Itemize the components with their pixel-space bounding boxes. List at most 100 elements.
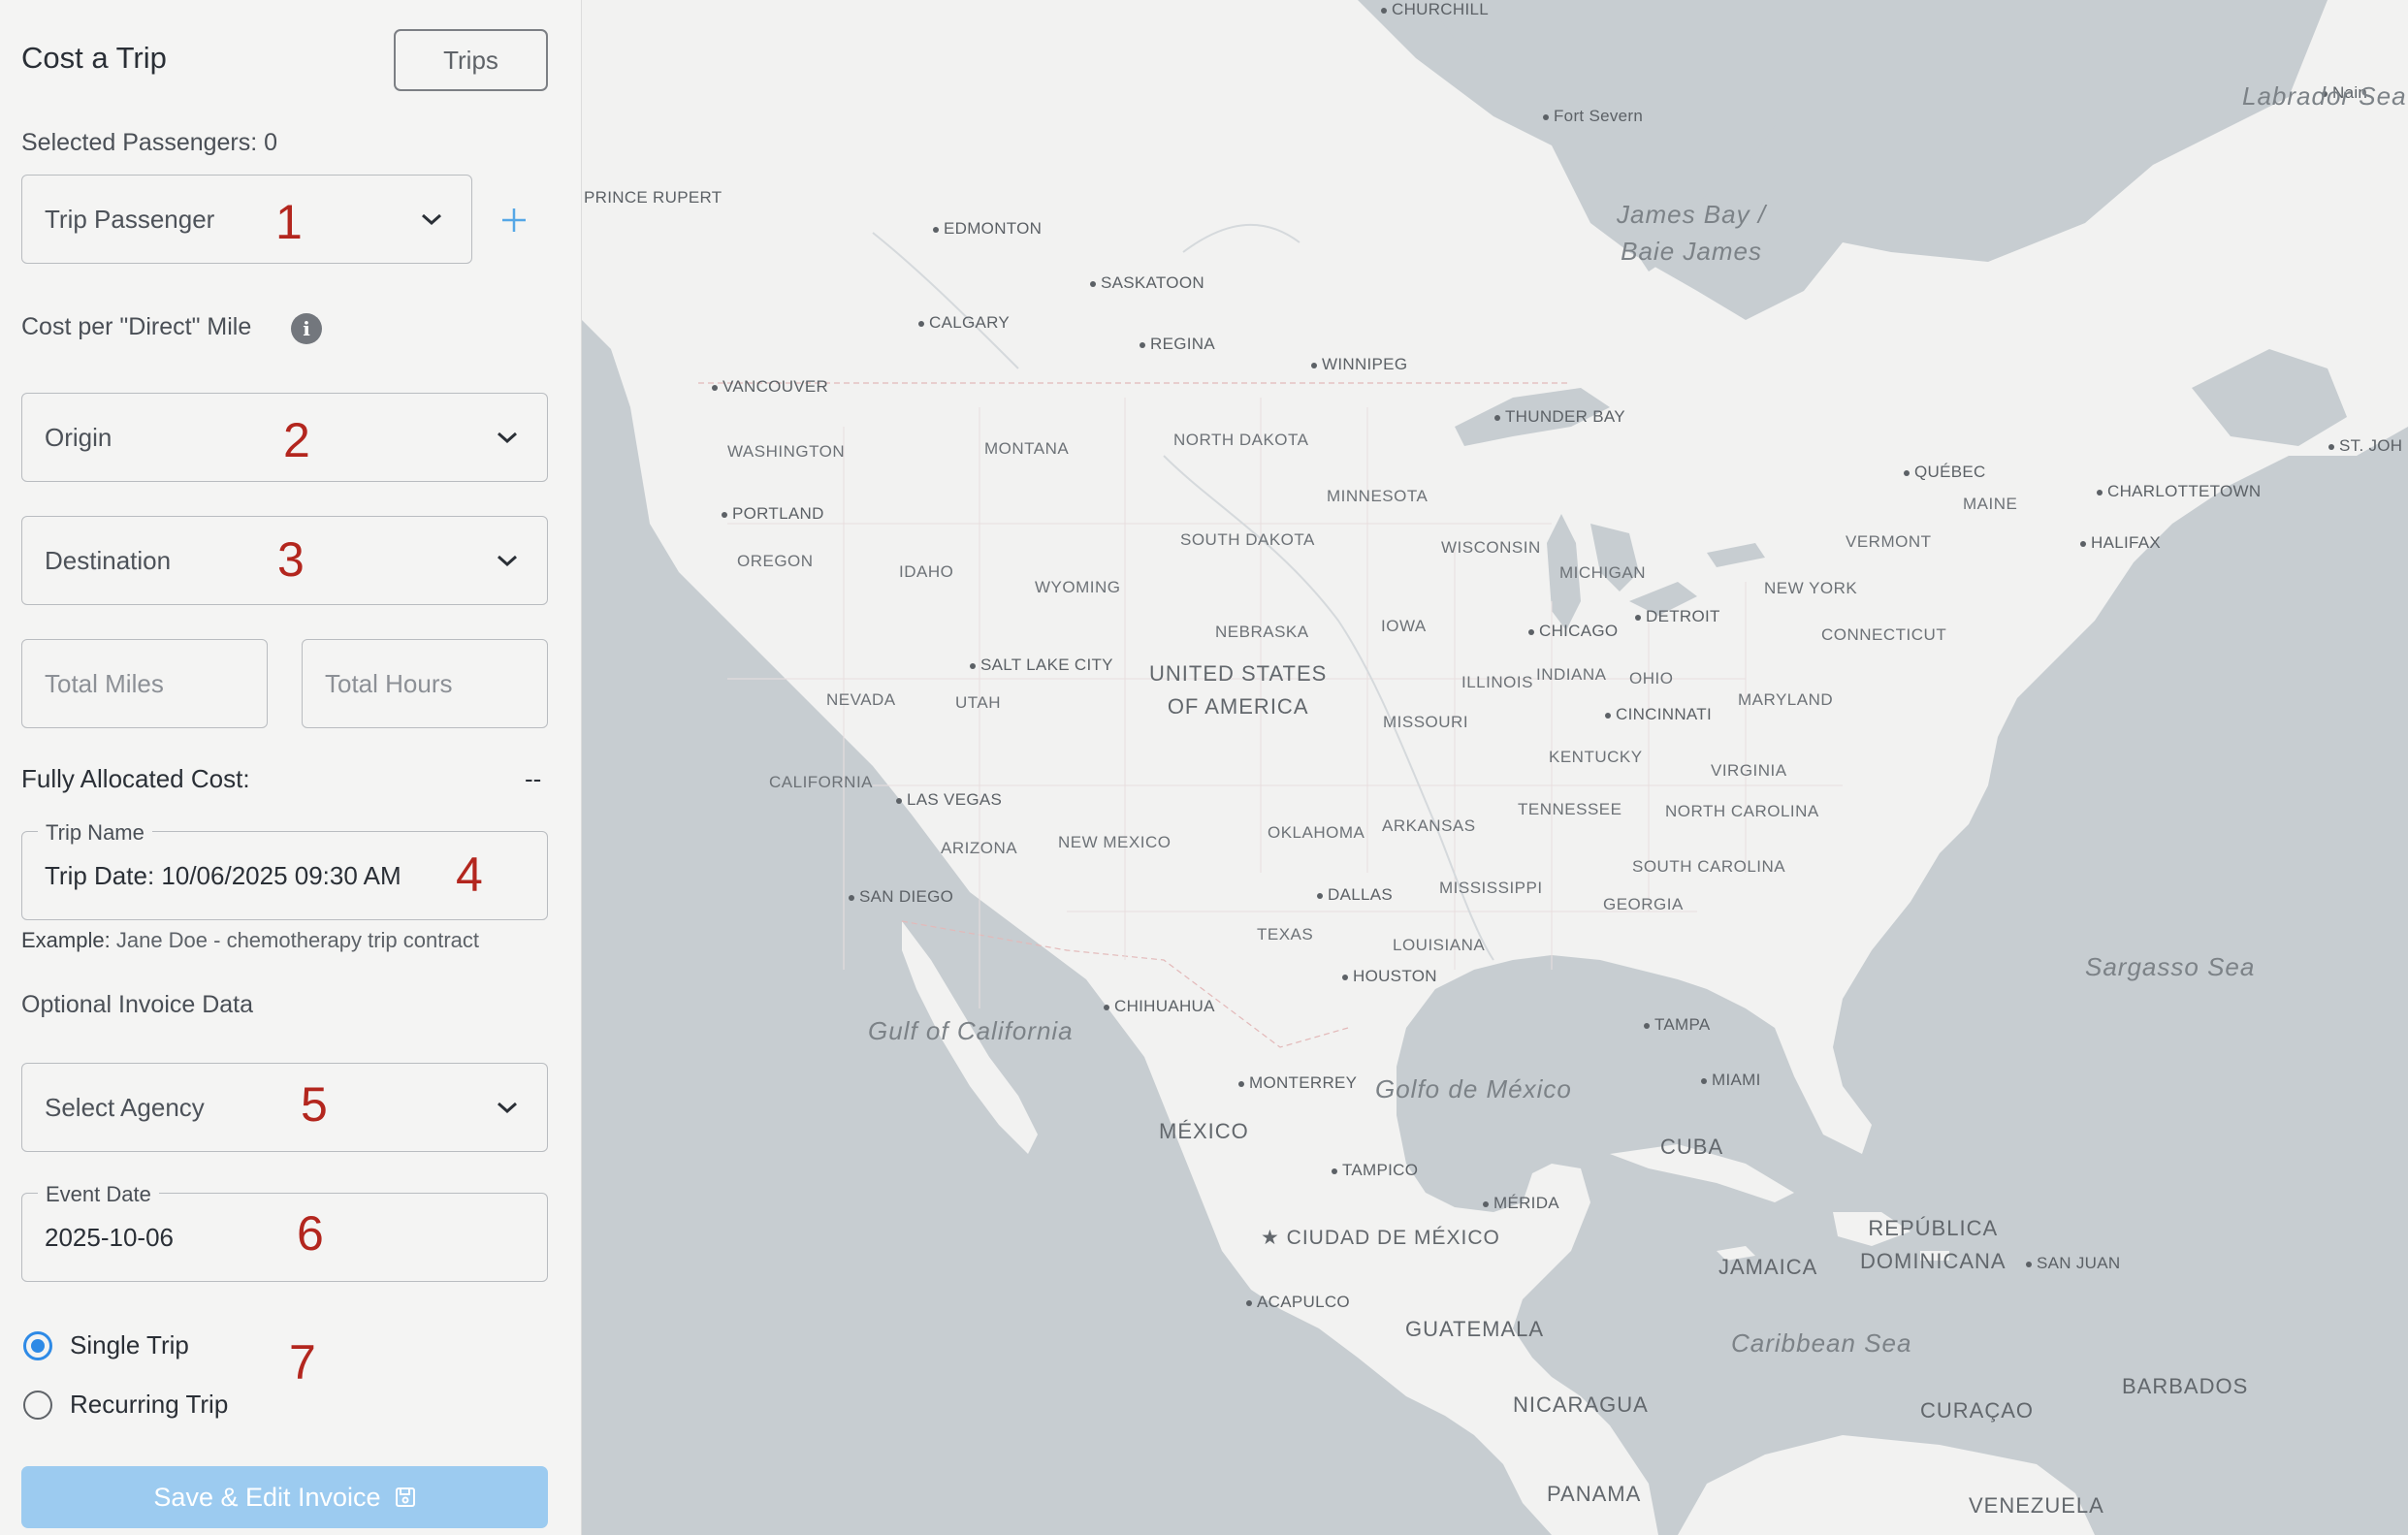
optional-invoice-heading: Optional Invoice Data (21, 991, 254, 1018)
total-hours-input[interactable]: Total Hours (302, 639, 548, 728)
city-label: PORTLAND (722, 504, 824, 523)
save-edit-invoice-button[interactable]: Save & Edit Invoice (21, 1466, 548, 1528)
water-label: Labrador Sea (2242, 81, 2407, 111)
cost-per-mile-label: Cost per "Direct" Mile (21, 313, 252, 340)
page-title: Cost a Trip (21, 41, 167, 75)
region-label: IOWA (1381, 617, 1427, 635)
region-label: ARIZONA (941, 839, 1018, 857)
step-marker-3: 3 (277, 532, 305, 587)
capital-label: ★ CIUDAD DE MÉXICO (1261, 1227, 1500, 1249)
capital-name: CIUDAD DE MÉXICO (1286, 1227, 1500, 1249)
step-marker-2: 2 (283, 413, 310, 467)
water-label: James Bay / Baie James (1617, 196, 1766, 270)
region-label: CONNECTICUT (1821, 625, 1947, 644)
city-label: SAN DIEGO (848, 887, 954, 906)
fully-allocated-cost-label: Fully Allocated Cost: (21, 764, 250, 793)
city-label: VANCOUVER (711, 377, 829, 396)
radio-selected-icon[interactable] (23, 1330, 52, 1360)
region-label: MISSISSIPPI (1439, 879, 1543, 897)
example-prefix: Example: (21, 928, 111, 952)
water-name: Baie James (1621, 237, 1762, 266)
step-marker-5: 5 (301, 1077, 328, 1132)
example-text: Jane Doe - chemotherapy trip contract (115, 928, 480, 952)
country-name: UNITED STATES (1149, 661, 1328, 686)
city-label: MIAMI (1701, 1071, 1761, 1089)
region-label: VERMONT (1846, 532, 1932, 551)
water-name: James Bay / (1617, 200, 1767, 229)
agency-select[interactable]: Select Agency (21, 1063, 548, 1152)
region-label: NORTH DAKOTA (1173, 431, 1309, 449)
city-label: QUÉBEC (1904, 463, 1986, 481)
step-marker-6: 6 (297, 1206, 324, 1261)
selected-passengers-count: Selected Passengers: 0 (21, 129, 278, 156)
region-label: MONTANA (984, 439, 1070, 458)
region-label: MINNESOTA (1327, 487, 1429, 505)
region-label: LOUISIANA (1393, 936, 1486, 954)
recurring-trip-radio[interactable]: Recurring Trip (23, 1390, 228, 1420)
region-label: NEBRASKA (1215, 623, 1309, 641)
map-view[interactable]: CHURCHILL Fort Severn Nain PRINCE RUPERT… (582, 0, 2408, 1535)
trip-name-label: Trip Name (38, 820, 152, 846)
city-label: PRINCE RUPERT (584, 188, 722, 207)
region-label: ILLINOIS (1461, 673, 1533, 691)
city-label: CHICAGO (1527, 622, 1619, 640)
trip-name-value: Trip Date: 10/06/2025 09:30 AM (45, 860, 401, 890)
region-label: SOUTH DAKOTA (1180, 530, 1315, 549)
city-label: THUNDER BAY (1494, 407, 1625, 426)
city-label: DETROIT (1635, 607, 1720, 625)
chevron-down-icon (498, 1102, 517, 1113)
city-label: Fort Severn (1542, 107, 1644, 125)
info-icon[interactable]: i (291, 313, 322, 344)
save-button-label: Save & Edit Invoice (153, 1482, 381, 1512)
event-date-value: 2025-10-06 (45, 1222, 174, 1252)
city-label: LAS VEGAS (895, 790, 1003, 809)
single-trip-radio[interactable]: Single Trip (23, 1330, 189, 1360)
country-label: CURAÇAO (1920, 1398, 2035, 1423)
total-miles-input[interactable]: Total Miles (21, 639, 268, 728)
event-date-input[interactable]: Event Date 2025-10-06 (21, 1182, 548, 1282)
radio-unselected-icon[interactable] (23, 1390, 52, 1420)
region-label: OKLAHOMA (1268, 823, 1365, 842)
region-label: TEXAS (1257, 925, 1314, 943)
country-label: VENEZUELA (1969, 1493, 2104, 1518)
water-label: Gulf of California (868, 1016, 1074, 1045)
trip-name-helper: Example: Jane Doe - chemotherapy trip co… (21, 928, 479, 953)
country-label: PANAMA (1547, 1482, 1642, 1506)
region-label: WASHINGTON (727, 442, 846, 461)
step-marker-1: 1 (275, 195, 303, 249)
region-label: VIRGINIA (1711, 761, 1787, 780)
floppy-disk-icon (395, 1487, 415, 1507)
city-label: HOUSTON (1342, 967, 1437, 985)
country-label: GUATEMALA (1405, 1317, 1545, 1341)
water-label: Caribbean Sea (1731, 1328, 1912, 1358)
region-label: INDIANA (1536, 665, 1607, 684)
city-label: TAMPA (1644, 1015, 1711, 1034)
step-marker-7: 7 (289, 1335, 316, 1390)
city-label: CALGARY (917, 313, 1011, 332)
region-label: OHIO (1629, 669, 1674, 688)
plus-icon (502, 208, 526, 232)
chevron-down-icon (498, 555, 517, 566)
chevron-down-icon (498, 432, 517, 443)
region-label: UTAH (955, 693, 1002, 712)
region-label: IDAHO (899, 562, 954, 581)
region-label: NEVADA (826, 690, 896, 709)
origin-placeholder: Origin (45, 422, 112, 452)
trips-button[interactable]: Trips (394, 29, 548, 91)
trip-passenger-select[interactable]: Trip Passenger (21, 175, 472, 264)
region-label: ARKANSAS (1382, 816, 1476, 835)
total-hours-placeholder: Total Hours (325, 668, 453, 698)
country-label: REPÚBLICA DOMINICANA (1860, 1212, 2007, 1278)
city-label: CINCINNATI (1604, 705, 1713, 723)
chevron-down-icon (422, 213, 441, 225)
city-label: MÉRIDA (1483, 1194, 1559, 1212)
country-name: DOMINICANA (1860, 1249, 2007, 1273)
region-label: CALIFORNIA (769, 773, 874, 791)
city-label: CHARLOTTETOWN (2096, 482, 2262, 500)
region-label: KENTUCKY (1549, 748, 1643, 766)
fully-allocated-cost-value: -- (525, 764, 542, 793)
event-date-label: Event Date (38, 1182, 159, 1207)
add-passenger-button[interactable] (499, 202, 529, 240)
city-label: CHURCHILL (1381, 0, 1489, 18)
total-miles-placeholder: Total Miles (45, 668, 164, 698)
